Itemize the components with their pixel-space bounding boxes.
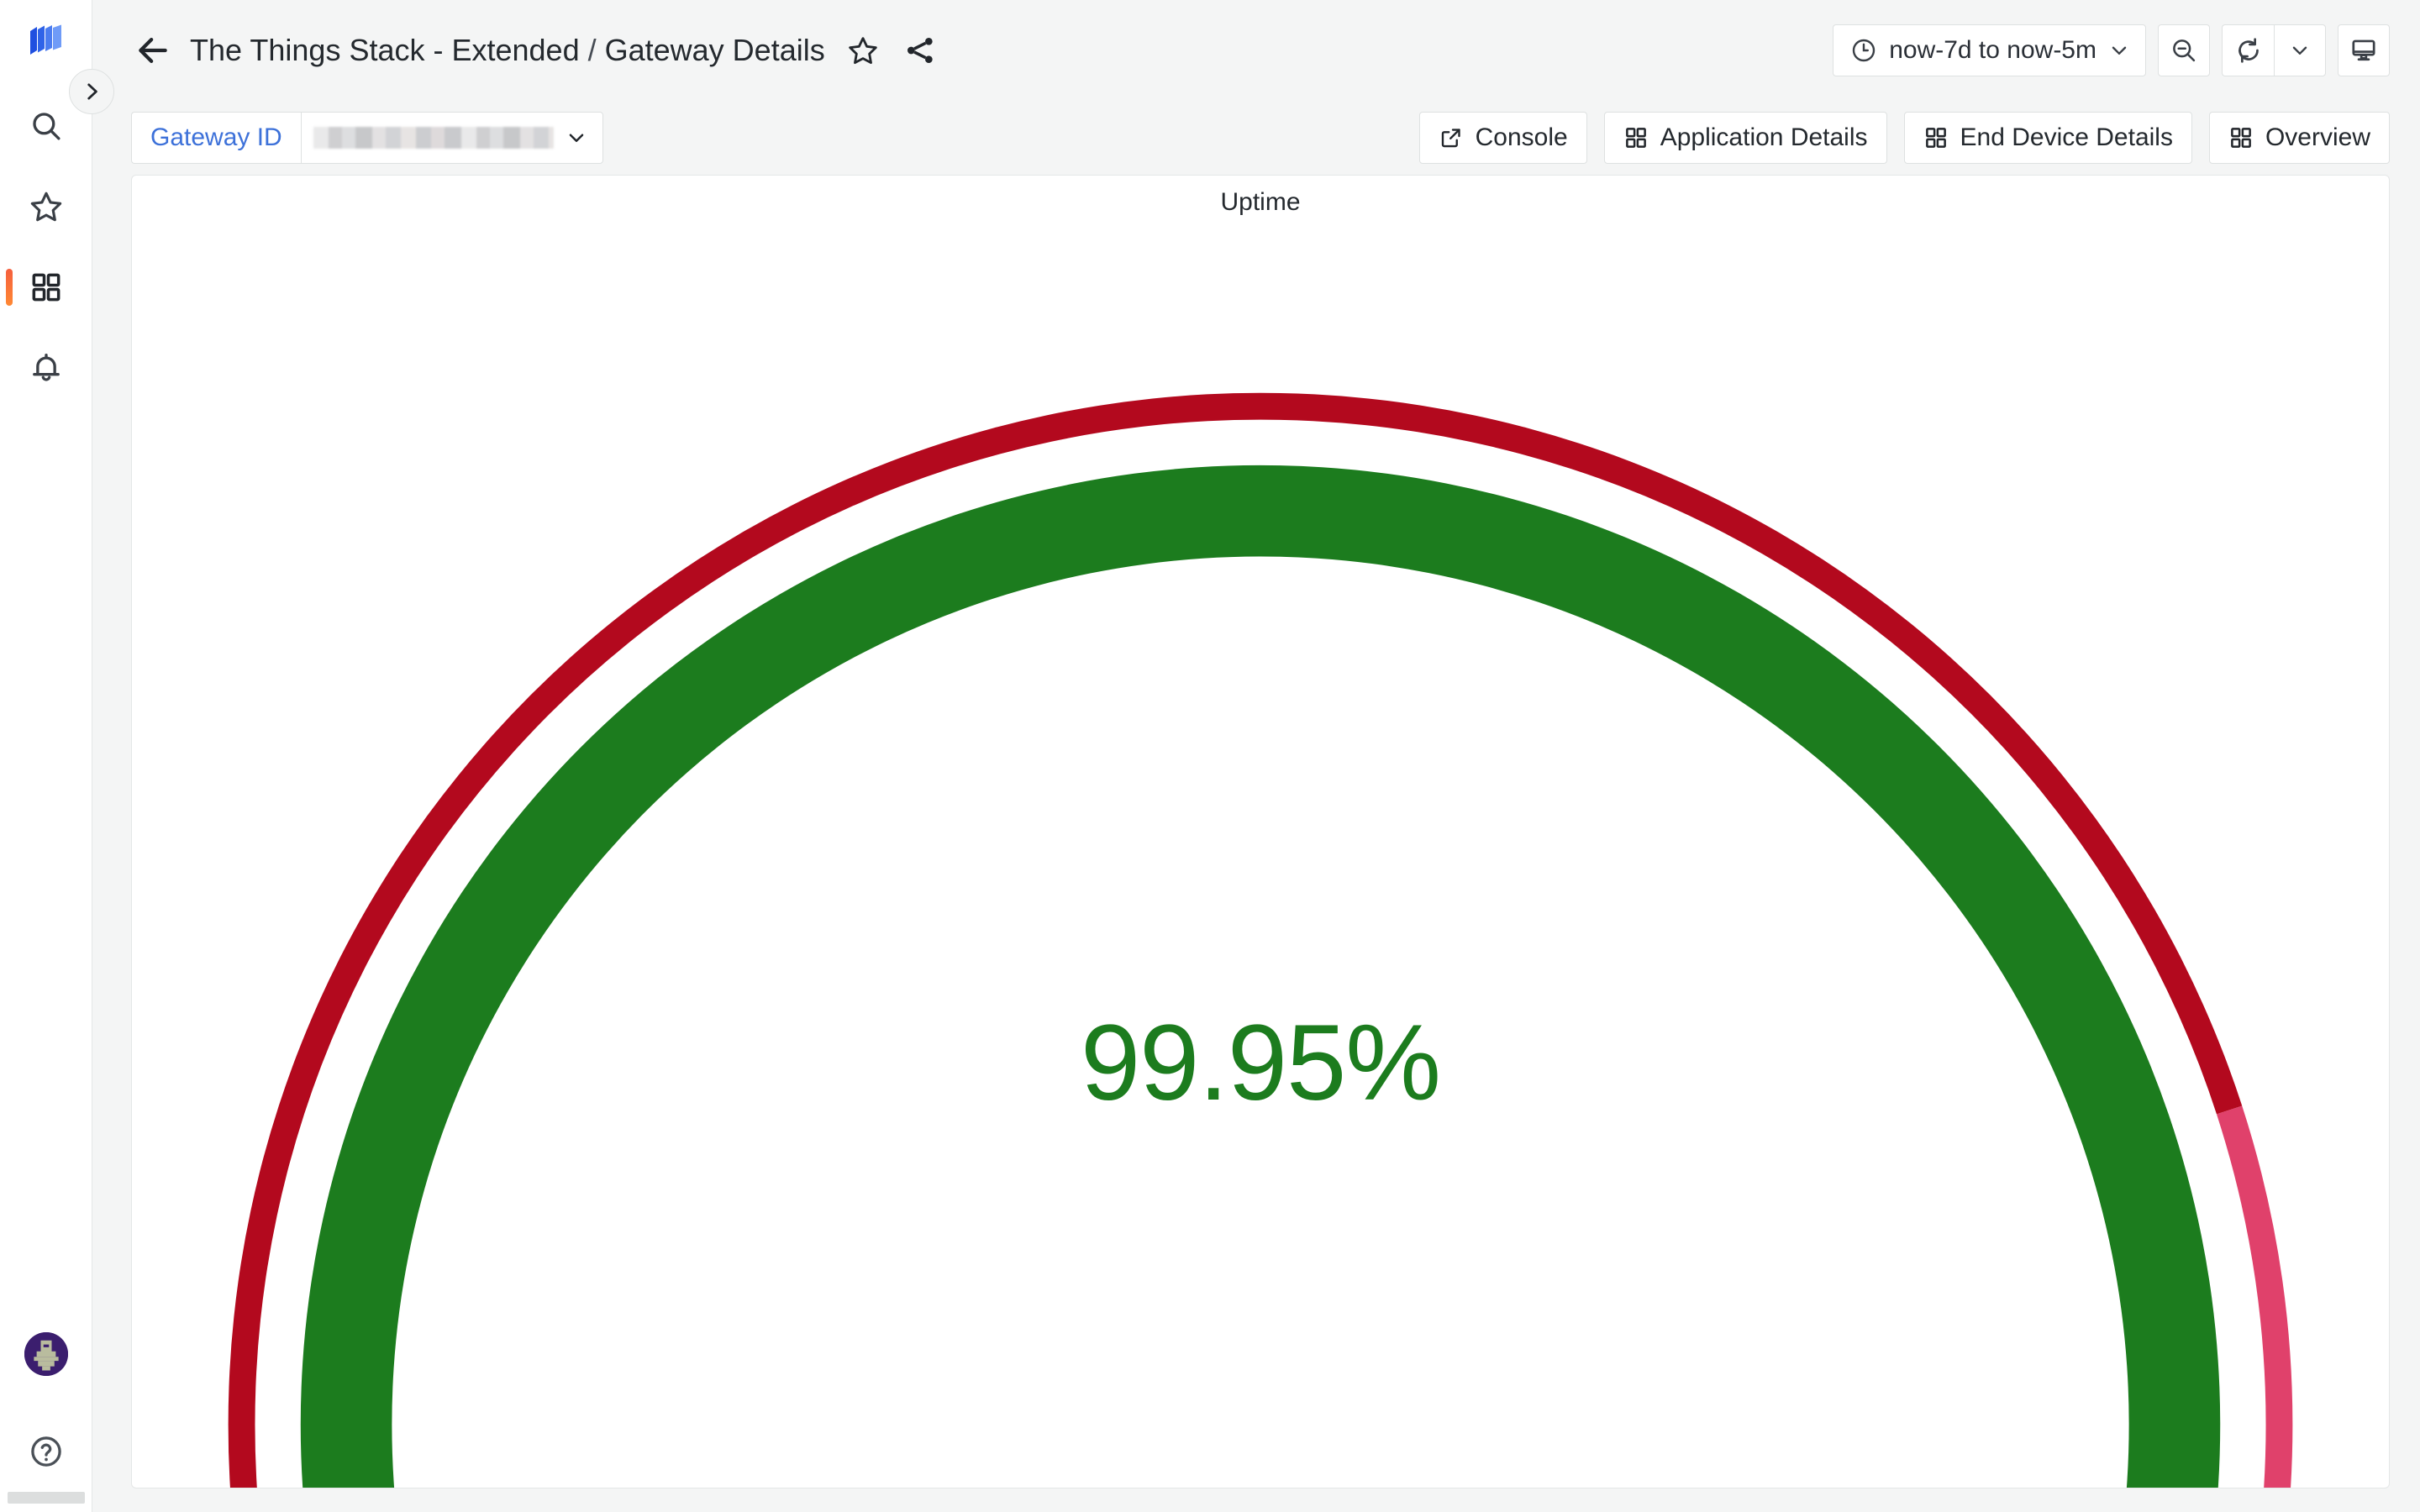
variable-label[interactable]: Gateway ID [131, 112, 301, 164]
top-nav-bar: The Things Stack - Extended / Gateway De… [92, 0, 2420, 101]
breadcrumb-separator: / [587, 33, 597, 67]
star-icon [30, 192, 61, 222]
refresh-button[interactable] [2222, 24, 2274, 76]
zoom-out-icon [2173, 39, 2196, 62]
tv-monitor-icon [2352, 39, 2375, 61]
back-button[interactable] [131, 29, 175, 72]
dashboard-links: Console Application Details End Device D… [1418, 112, 2390, 164]
gauge-value-text: 99.95% [1080, 1002, 1441, 1123]
breadcrumb-parent[interactable]: The Things Stack - Extended [190, 33, 580, 68]
share-dashboard-button[interactable] [901, 31, 939, 70]
dashboard-link-label: Application Details [1660, 123, 1868, 151]
kiosk-mode-button[interactable] [2338, 24, 2390, 76]
refresh-interval-dropdown[interactable] [2274, 24, 2326, 76]
time-range-label: now-7d to now-5m [1889, 36, 2096, 64]
dashboard-grid-icon [1925, 128, 1946, 148]
dashboard-link-end-device-details[interactable]: End Device Details [1903, 112, 2192, 164]
mark-as-favorite-button[interactable] [844, 31, 882, 70]
zoom-out-time-range-button[interactable] [2158, 24, 2210, 76]
rail-bottom-indicator [7, 1492, 85, 1504]
gauge-value-fill [300, 465, 2221, 1488]
gauge-chart: 99.95% [132, 229, 2389, 1488]
dashboard-canvas: Uptime 99.95% [92, 175, 2420, 1512]
dashboard-grid-icon [2231, 128, 2251, 148]
user-avatar[interactable] [24, 1332, 68, 1376]
mega-menu-rail [0, 0, 92, 1512]
refresh-icon [2238, 38, 2259, 63]
chevron-down-icon [569, 134, 584, 143]
refresh-control-group [2222, 24, 2326, 76]
variable-value-select[interactable] [300, 112, 603, 164]
dashboard-link-label: Overview [2265, 123, 2370, 151]
panel-uptime[interactable]: Uptime 99.95% [131, 175, 2390, 1488]
grafana-logo[interactable] [28, 24, 65, 57]
gauge-threshold-band-poor [2216, 1105, 2293, 1488]
grafana-app: The Things Stack - Extended / Gateway De… [0, 0, 2420, 1512]
breadcrumb-current[interactable]: Gateway Details [605, 33, 825, 68]
panel-title: Uptime [1220, 188, 1301, 216]
chevron-down-icon [2292, 46, 2307, 55]
chevron-down-icon [2112, 46, 2127, 55]
share-nodes-icon [907, 38, 933, 63]
dashboard-link-label: Console [1475, 123, 1568, 151]
dashboard-link-overview[interactable]: Overview [2208, 112, 2390, 164]
sidebar-item-help[interactable] [6, 1411, 87, 1492]
sidebar-item-alerting[interactable] [6, 328, 87, 408]
dashboard-link-console[interactable]: Console [1418, 112, 1587, 164]
variable-gateway-id: Gateway ID [131, 112, 603, 164]
variable-value-redacted [313, 127, 554, 149]
dashboard-grid-icon [1625, 128, 1646, 148]
chevron-right-icon [87, 83, 97, 100]
dashboard-submenu-bar: Gateway ID Console Application Details E… [92, 101, 2420, 175]
breadcrumb: The Things Stack - Extended / Gateway De… [190, 33, 825, 68]
arrow-left-icon [139, 38, 167, 63]
gauge-value-arc [300, 465, 2221, 1488]
time-range-picker[interactable]: now-7d to now-5m [1833, 24, 2146, 76]
topbar-controls: now-7d to now-5m [1833, 24, 2390, 76]
avatar-identicon [24, 1332, 68, 1376]
main-column: The Things Stack - Extended / Gateway De… [92, 0, 2420, 1512]
help-circle-icon [30, 1436, 61, 1467]
sidebar-expand-toggle[interactable] [69, 69, 114, 114]
dashboard-link-application-details[interactable]: Application Details [1603, 112, 1887, 164]
dashboard-link-label: End Device Details [1960, 123, 2173, 151]
star-icon [848, 37, 877, 65]
sidebar-item-dashboards[interactable] [5, 247, 87, 328]
external-link-icon [1441, 129, 1460, 148]
bell-icon [32, 353, 60, 381]
dashboards-grid-icon [32, 273, 60, 302]
sidebar-item-starred[interactable] [6, 166, 87, 247]
clock-icon [1853, 39, 1876, 62]
gauge-svg [228, 392, 2293, 1488]
